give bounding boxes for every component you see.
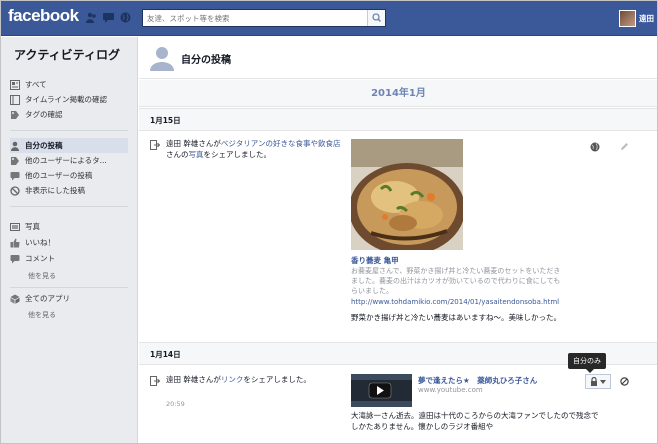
- sidebar-item-timeline-review[interactable]: タイムライン掲載の確認: [10, 92, 128, 107]
- sidebar-item-all-apps[interactable]: 全てのアプリ: [10, 291, 128, 306]
- sidebar-item-label: 写真: [25, 222, 40, 231]
- date-label: 1月15日: [150, 116, 181, 125]
- see-more-link[interactable]: 他を見る: [28, 310, 56, 320]
- page-header: 自分の投稿: [139, 37, 658, 79]
- edit-pencil-icon[interactable]: [620, 142, 629, 151]
- user-name: 遠田: [639, 13, 654, 23]
- sidebar-item-label: 他のユーザーの投稿: [25, 171, 93, 180]
- apps-icon: [10, 294, 20, 304]
- sidebar-item-comments[interactable]: コメント: [10, 251, 128, 266]
- timestamp[interactable]: 20:59: [166, 400, 185, 408]
- search-box[interactable]: [142, 9, 386, 27]
- sidebar-item-tagged-by-others[interactable]: 他のユーザーによるタ...: [10, 153, 128, 168]
- friend-requests-icon[interactable]: [86, 12, 97, 23]
- video-thumbnail[interactable]: [351, 374, 412, 407]
- actor-link[interactable]: 遠田 幹雄: [166, 375, 198, 384]
- tag-icon: [10, 156, 20, 166]
- story-text: 遠田 幹雄さんがリンクをシェアしました。: [166, 374, 346, 385]
- tag-icon: [10, 110, 20, 120]
- attachment-url[interactable]: http://www.tohdamikio.com/2014/01/yasait…: [351, 298, 559, 306]
- main-content: 自分の投稿 2014年1月 1月15日 遠田 幹雄さんがベジタリアンの好きな食事…: [139, 37, 658, 444]
- date-label: 1月14日: [150, 350, 181, 359]
- story-text: 遠田 幹雄さんがベジタリアンの好きな食事や飲食店さんの写真をシェアしました。: [166, 138, 341, 160]
- sidebar-item-label: すべて: [25, 80, 47, 89]
- attachment-description: お蕎麦屋さんで、野菜かき揚げ丼と冷たい蕎麦のセットをいただきました。蕎麦の出汁は…: [351, 267, 561, 295]
- sidebar-item-likes[interactable]: いいね！: [10, 235, 128, 250]
- chevron-down-icon: [600, 379, 606, 384]
- post-caption: 野菜かき揚げ丼と冷たい蕎麦はあいますね〜。美味しかった。: [351, 313, 561, 322]
- page-title: 自分の投稿: [181, 55, 231, 66]
- sidebar-item-label: タグの確認: [25, 110, 63, 119]
- avatar: [619, 9, 636, 27]
- sidebar-item-label: 非表示にした投稿: [25, 186, 85, 195]
- divider: [10, 206, 128, 207]
- page-link[interactable]: ベジタリアンの好きな食事や飲食店: [221, 139, 341, 148]
- sidebar-item-label: 他のユーザーによるタ...: [25, 156, 107, 165]
- sidebar-item-label: いいね！: [25, 238, 55, 247]
- story-fragment: さんの: [166, 150, 189, 159]
- photo-icon: [10, 222, 20, 232]
- timeline-icon: [10, 94, 20, 105]
- sidebar-item-others-posts[interactable]: 他のユーザーの投稿: [10, 168, 128, 183]
- actor-link[interactable]: 遠田 幹雄: [166, 139, 198, 148]
- sidebar-item-label: タイムライン掲載の確認: [25, 95, 107, 104]
- search-button[interactable]: [367, 10, 385, 26]
- link-link[interactable]: リンク: [221, 375, 244, 384]
- sidebar-item-tag-review[interactable]: タグの確認: [10, 107, 128, 122]
- facebook-logo[interactable]: facebook: [8, 6, 79, 26]
- post-caption: 大滝詠一さん逝去。遠田は十代のころからの大滝ファンでしたので残念でしかたありませ…: [351, 411, 599, 431]
- story-fragment: をシェアしました。: [203, 150, 272, 159]
- sidebar-item-label: コメント: [25, 254, 55, 263]
- search-input[interactable]: [143, 10, 363, 26]
- public-globe-icon[interactable]: [590, 142, 600, 152]
- story-fragment: をシェアしました。: [243, 375, 311, 384]
- hidden-icon[interactable]: [620, 377, 629, 386]
- news-icon: [10, 79, 20, 90]
- search-icon: [372, 13, 382, 23]
- story-fragment: さんが: [198, 375, 221, 384]
- like-icon: [10, 238, 20, 248]
- share-icon: [150, 376, 161, 386]
- sidebar-item-hidden-posts[interactable]: 非表示にした投稿: [10, 183, 128, 198]
- hidden-icon: [10, 185, 20, 196]
- activity-log-sidebar: アクティビティログ すべて タイムライン掲載の確認 タグの確認 自分の投稿 他の…: [0, 37, 138, 444]
- shared-photo[interactable]: [351, 139, 463, 250]
- date-header: 1月15日: [139, 108, 658, 131]
- sidebar-item-photos[interactable]: 写真: [10, 219, 128, 234]
- sidebar-title: アクティビティログ: [14, 48, 120, 62]
- messages-icon[interactable]: [103, 12, 114, 23]
- divider: [10, 130, 128, 131]
- person-icon: [10, 141, 20, 151]
- sidebar-item-label: 自分の投稿: [25, 141, 63, 150]
- comment-icon: [10, 254, 20, 264]
- sidebar-item-all[interactable]: すべて: [10, 77, 128, 92]
- privacy-selector-button[interactable]: [585, 374, 611, 389]
- top-navigation-bar: facebook 遠田: [0, 0, 658, 36]
- sidebar-item-label: 全てのアプリ: [25, 294, 70, 303]
- sidebar-item-my-posts[interactable]: 自分の投稿: [10, 138, 128, 153]
- story-fragment: さんが: [198, 139, 221, 148]
- lock-icon: [591, 377, 597, 386]
- comment-icon: [10, 171, 20, 181]
- notifications-globe-icon[interactable]: [120, 12, 131, 23]
- divider: [10, 287, 128, 288]
- share-icon: [150, 140, 161, 150]
- profile-link[interactable]: 遠田: [619, 8, 654, 28]
- photo-link[interactable]: 写真: [189, 150, 204, 159]
- video-title-link[interactable]: 夢で逢えたら★ 薬師丸ひろ子さん: [418, 375, 537, 386]
- person-silhouette-icon: [149, 45, 175, 71]
- year-header: 2014年1月: [139, 80, 658, 107]
- video-source: www.youtube.com: [418, 386, 483, 394]
- see-more-link[interactable]: 他を見る: [28, 271, 56, 281]
- attachment-title[interactable]: 香り蕎麦 亀甲: [351, 255, 399, 266]
- privacy-tooltip: 自分のみ: [568, 353, 606, 373]
